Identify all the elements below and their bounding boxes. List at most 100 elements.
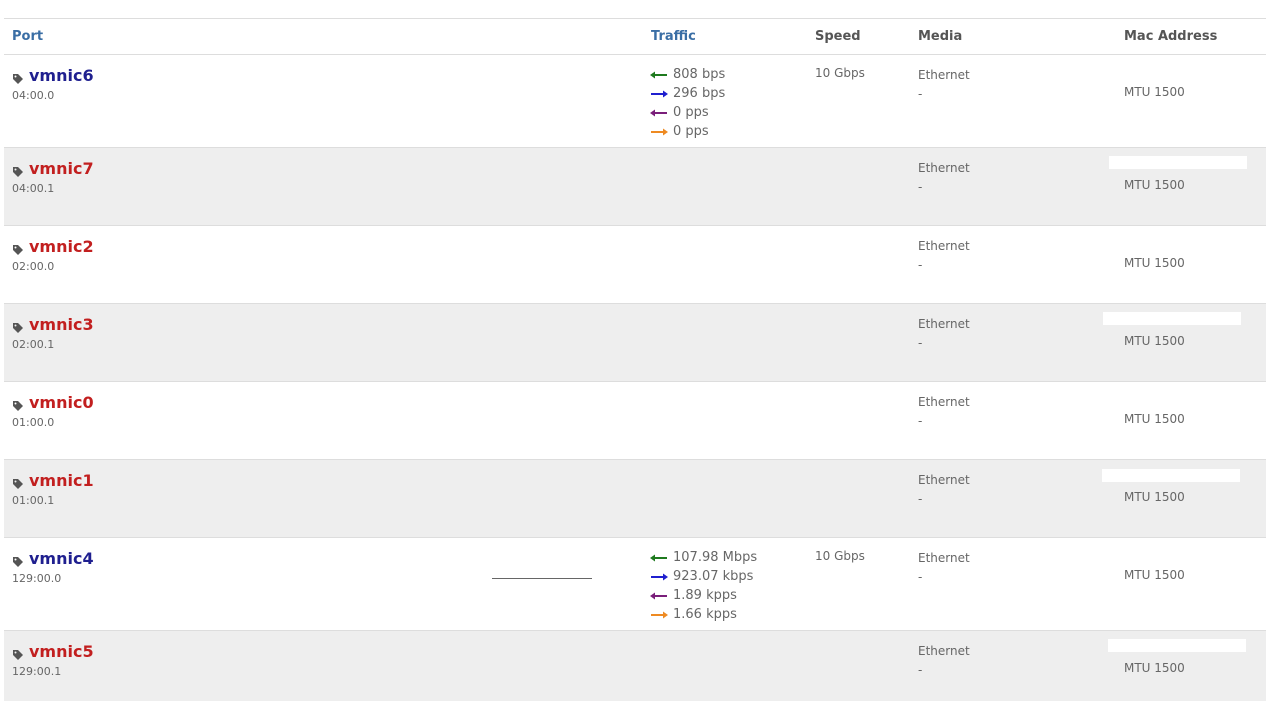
media-cell: Ethernet -	[918, 549, 970, 587]
tx-pps-arrow-icon	[651, 611, 668, 618]
port-name-link[interactable]: vmnic5	[12, 642, 94, 661]
rx-arrow-icon	[650, 554, 667, 561]
rx-pps-arrow-icon	[650, 592, 667, 599]
nic-table: Port Traffic Speed Media Mac Address vmn…	[4, 18, 1266, 701]
tx-pps-arrow-icon	[651, 128, 668, 135]
link-speed: 10 Gbps	[815, 549, 865, 563]
pci-address: 04:00.1	[12, 182, 55, 195]
tx-pps: 0 pps	[673, 124, 709, 139]
media-cell: Ethernet -	[918, 159, 970, 197]
port-name[interactable]: vmnic2	[29, 237, 94, 256]
link-speed: 10 Gbps	[815, 66, 865, 80]
media-cell: Ethernet -	[918, 471, 970, 509]
pci-address: 129:00.0	[12, 572, 62, 585]
media-detail: -	[918, 87, 923, 101]
port-name-link[interactable]: vmnic6	[12, 66, 94, 85]
port-name[interactable]: vmnic5	[29, 642, 94, 661]
pci-address: 01:00.0	[12, 416, 55, 429]
mtu-value: MTU 1500	[1124, 334, 1185, 348]
pci-address: 129:00.1	[12, 665, 62, 678]
pci-address: 04:00.0	[12, 89, 55, 102]
rx-rate: 107.98 Mbps	[673, 550, 758, 565]
media-type: Ethernet	[918, 551, 970, 565]
tag-icon	[12, 70, 24, 84]
media-detail: -	[918, 570, 923, 584]
media-detail: -	[918, 180, 923, 194]
table-row: vmnic0 01:00.0 Ethernet - MTU 1500	[4, 382, 1266, 460]
media-type: Ethernet	[918, 395, 970, 409]
table-row: vmnic5 129:00.1 Ethernet - MTU 1500	[4, 631, 1266, 701]
table-header: Port Traffic Speed Media Mac Address	[4, 19, 1266, 55]
media-type: Ethernet	[918, 239, 970, 253]
port-name[interactable]: vmnic1	[29, 471, 94, 490]
rx-rate: 808 bps	[673, 67, 726, 82]
mtu-value: MTU 1500	[1124, 412, 1185, 426]
port-name-link[interactable]: vmnic1	[12, 471, 94, 490]
tag-icon	[12, 163, 24, 177]
tag-icon	[12, 646, 24, 660]
tag-icon	[12, 397, 24, 411]
media-cell: Ethernet -	[918, 66, 970, 104]
tx-pps: 1.66 kpps	[673, 607, 737, 622]
port-name[interactable]: vmnic3	[29, 315, 94, 334]
mac-address-redacted	[1102, 469, 1240, 482]
media-detail: -	[918, 663, 923, 677]
mtu-value: MTU 1500	[1124, 256, 1185, 270]
table-row: vmnic2 02:00.0 Ethernet - MTU 1500	[4, 226, 1266, 304]
tag-icon	[12, 553, 24, 567]
media-type: Ethernet	[918, 161, 970, 175]
mac-address-column-header: Mac Address	[1124, 29, 1218, 44]
media-cell: Ethernet -	[918, 315, 970, 353]
table-row: vmnic7 04:00.1 Ethernet - MTU 1500	[4, 148, 1266, 226]
mtu-value: MTU 1500	[1124, 490, 1185, 504]
speed-column-header: Speed	[815, 29, 861, 44]
port-name[interactable]: vmnic6	[29, 66, 94, 85]
tag-icon	[12, 475, 24, 489]
port-name[interactable]: vmnic7	[29, 159, 94, 178]
tx-rate: 296 bps	[673, 86, 726, 101]
port-name[interactable]: vmnic4	[29, 549, 94, 568]
tag-icon	[12, 319, 24, 333]
media-detail: -	[918, 414, 923, 428]
rx-arrow-icon	[650, 71, 667, 78]
port-name[interactable]: vmnic0	[29, 393, 94, 412]
port-name-link[interactable]: vmnic0	[12, 393, 94, 412]
rx-pps: 0 pps	[673, 105, 709, 120]
mtu-value: MTU 1500	[1124, 85, 1185, 99]
media-cell: Ethernet -	[918, 642, 970, 680]
pci-address: 02:00.1	[12, 338, 55, 351]
media-type: Ethernet	[918, 473, 970, 487]
media-detail: -	[918, 258, 923, 272]
table-row: vmnic1 01:00.1 Ethernet - MTU 1500	[4, 460, 1266, 538]
table-row: vmnic3 02:00.1 Ethernet - MTU 1500	[4, 304, 1266, 382]
table-row: vmnic6 04:00.0 808 bps 296 bps 0 pps 0 p…	[4, 55, 1266, 148]
tx-arrow-icon	[651, 90, 668, 97]
media-type: Ethernet	[918, 317, 970, 331]
tx-arrow-icon	[651, 573, 668, 580]
port-name-link[interactable]: vmnic4	[12, 549, 94, 568]
traffic-sparkline	[492, 578, 592, 579]
mtu-value: MTU 1500	[1124, 568, 1185, 582]
media-detail: -	[918, 492, 923, 506]
tx-rate: 923.07 kbps	[673, 569, 754, 584]
port-name-link[interactable]: vmnic2	[12, 237, 94, 256]
traffic-column-header[interactable]: Traffic	[651, 29, 696, 44]
port-name-link[interactable]: vmnic3	[12, 315, 94, 334]
media-type: Ethernet	[918, 68, 970, 82]
traffic-stats: 808 bps 296 bps 0 pps 0 pps	[650, 65, 725, 141]
media-cell: Ethernet -	[918, 237, 970, 275]
media-cell: Ethernet -	[918, 393, 970, 431]
media-column-header: Media	[918, 29, 963, 44]
mac-address-redacted	[1103, 312, 1241, 325]
table-row: vmnic4 129:00.0 107.98 Mbps 923.07 kbps …	[4, 538, 1266, 631]
traffic-stats: 107.98 Mbps 923.07 kbps 1.89 kpps 1.66 k…	[650, 548, 757, 624]
port-column-header[interactable]: Port	[12, 29, 43, 44]
rx-pps-arrow-icon	[650, 109, 667, 116]
mac-address-redacted	[1109, 156, 1247, 169]
rx-pps: 1.89 kpps	[673, 588, 737, 603]
mtu-value: MTU 1500	[1124, 178, 1185, 192]
media-detail: -	[918, 336, 923, 350]
port-name-link[interactable]: vmnic7	[12, 159, 94, 178]
mac-address-redacted	[1108, 639, 1246, 652]
media-type: Ethernet	[918, 644, 970, 658]
